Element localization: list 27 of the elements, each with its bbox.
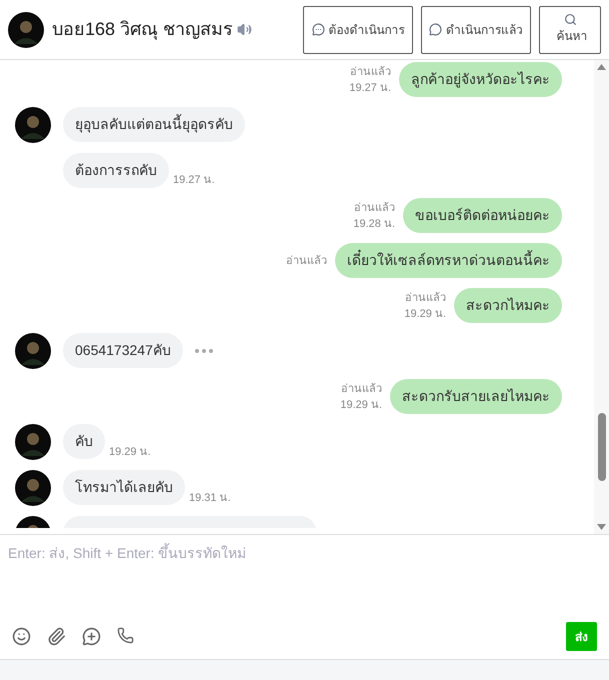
message-time: 19.27 น. <box>173 172 215 188</box>
message-time: 19.31 น. <box>189 490 231 506</box>
message-time: 19.29 น. <box>340 398 382 412</box>
message-bubble: ขอเบอร์ติดต่อหน่อยคะ <box>403 198 562 233</box>
message-bubble: เดี๋ยวให้เซลล์ดทรหาด่วนตอนนี้คะ <box>335 243 562 278</box>
message-bubble: สะดวกรับสายเลยไหมคะ <box>390 379 562 414</box>
message-bubble: ลูกค้าอยู่จังหวัดอะไรคะ <box>399 62 562 97</box>
message-time: 19.29 น. <box>109 444 151 460</box>
header-button[interactable]: ค้นหา <box>539 6 601 54</box>
read-status: อ่านแล้ว <box>341 382 382 396</box>
read-status: อ่านแล้ว <box>354 200 395 216</box>
read-status: อ่านแล้ว <box>286 254 327 268</box>
header-button[interactable]: ดำเนินการแล้ว <box>421 6 531 54</box>
message-time: 19.28 น. <box>353 216 395 232</box>
read-status: อ่านแล้ว <box>350 64 391 80</box>
read-status: อ่านแล้ว <box>405 290 446 306</box>
message-input[interactable]: Enter: ส่ง, Shift + Enter: ขึ้นบรรทัดใหม่ <box>0 535 609 622</box>
message-bubble: โทรมาได้เลยคับ <box>63 470 185 505</box>
message-bubble: คับ <box>63 424 105 459</box>
message-bubble: สะดวกไหมคะ <box>454 288 562 323</box>
message-time: 19.29 น. <box>404 306 446 322</box>
message-bubble: 0654173247คับ <box>63 333 183 368</box>
contact-name: บอย168 วิศณุ ชาญสมร <box>52 18 234 42</box>
message-bubble: ต้องการรถคับ <box>63 153 169 188</box>
message-time: 19.27 น. <box>349 80 391 96</box>
message-bubble: ยุอุบลคับแต่ตอนนี้ยุอุดรคับ <box>63 107 245 142</box>
header-button[interactable]: ต้องดำเนินการ <box>303 6 413 54</box>
